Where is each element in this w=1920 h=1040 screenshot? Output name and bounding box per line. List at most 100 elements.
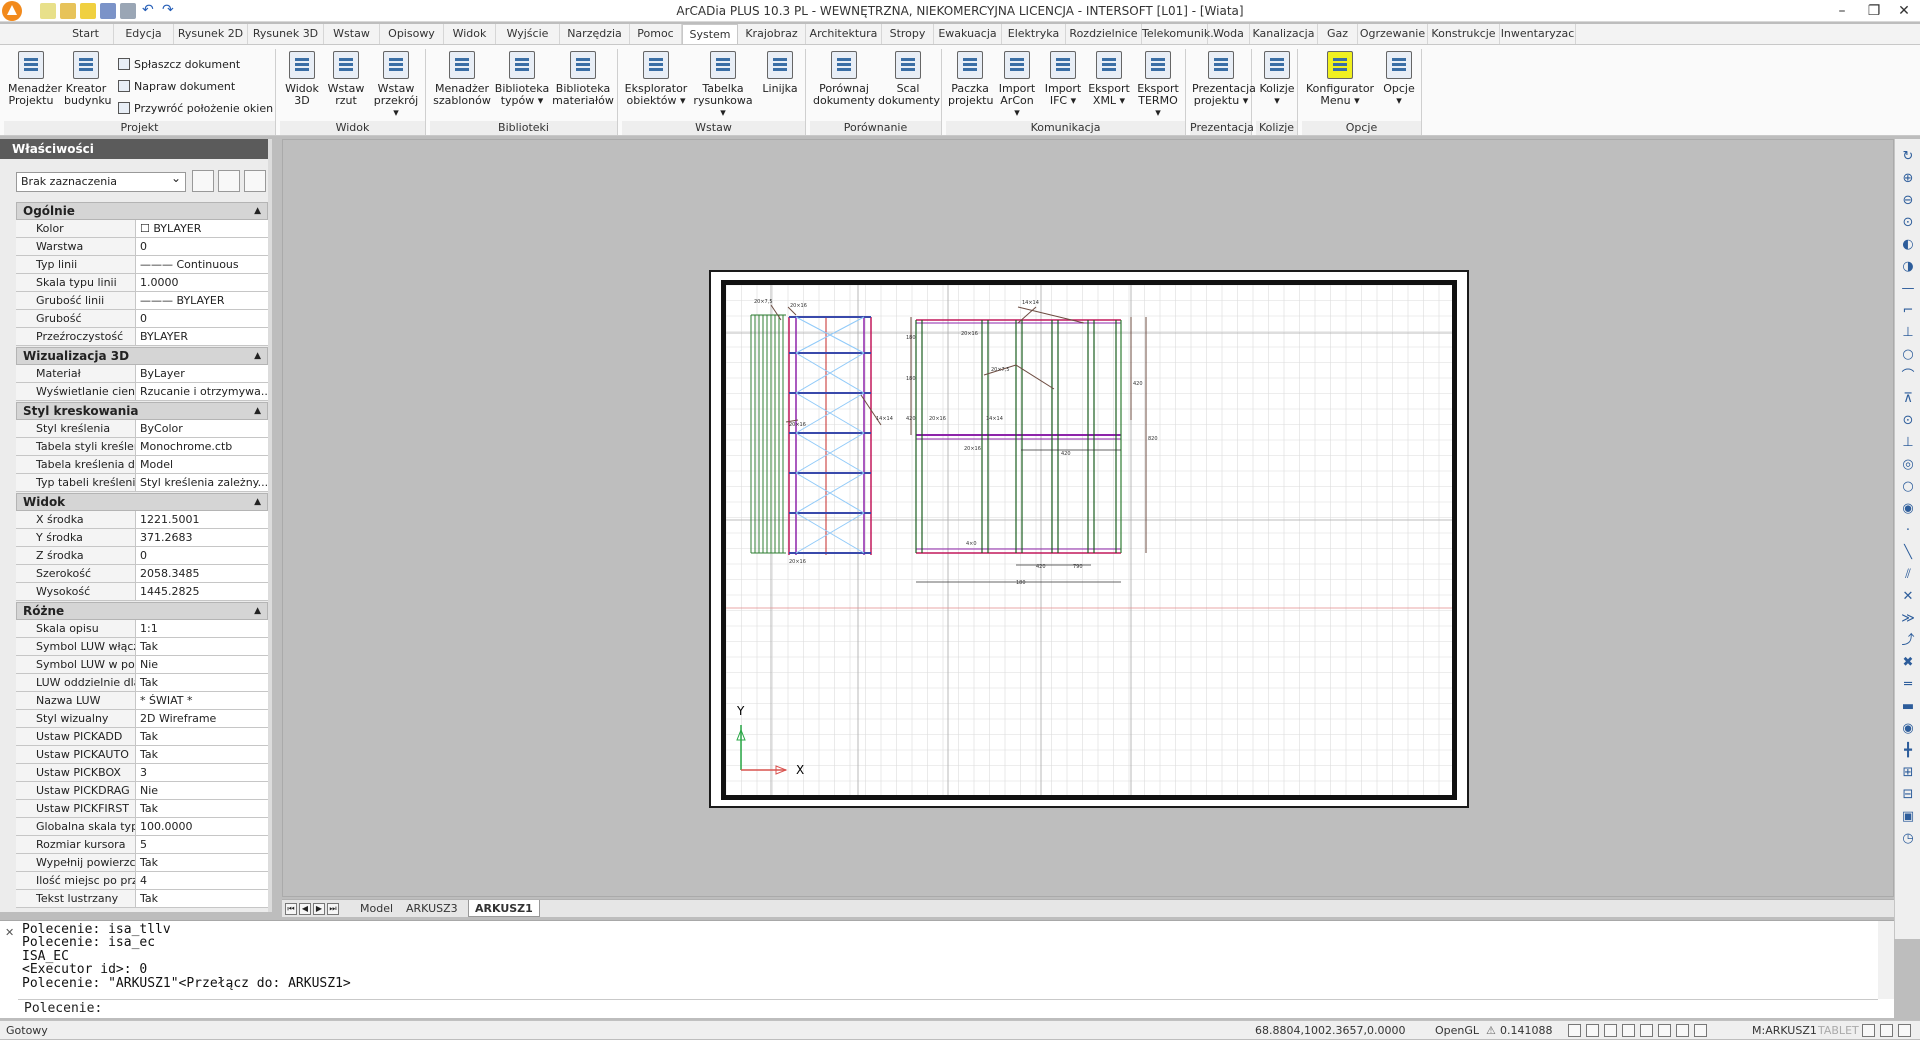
tab-stropy[interactable]: Stropy	[882, 24, 934, 44]
draw-tool-16-icon[interactable]: ○	[1900, 479, 1916, 495]
draw-tool-5-icon[interactable]: ◐	[1900, 237, 1916, 253]
command-scrollbar[interactable]	[1878, 921, 1894, 999]
property-value[interactable]: 1445.2825	[136, 583, 268, 600]
grid-icon[interactable]	[1586, 1024, 1599, 1037]
draw-tool-7-icon[interactable]: —	[1900, 281, 1916, 297]
filter-icon[interactable]	[244, 170, 266, 192]
property-row[interactable]: Ustaw PICKADD Tak	[16, 728, 268, 746]
tab-rysunek-3d[interactable]: Rysunek 3D	[248, 24, 324, 44]
collapse-icon[interactable]: ▲	[254, 348, 261, 364]
draw-tool-23-icon[interactable]: ⤴	[1900, 633, 1916, 649]
tab-gaz[interactable]: Gaz	[1318, 24, 1358, 44]
tablet-toggle[interactable]: TABLET	[1818, 1021, 1859, 1040]
property-value[interactable]: Tak	[136, 890, 268, 907]
konfigurator-menu-button[interactable]: Konfigurator Menu ▾	[1306, 51, 1374, 121]
tabelka-rysunkowa-button[interactable]: Tabelka rysunkowa ▾	[690, 51, 756, 121]
property-row[interactable]: Z środka 0	[16, 547, 268, 565]
tab-edycja[interactable]: Edycja	[114, 24, 174, 44]
property-value[interactable]: Nie	[136, 782, 268, 799]
close-button[interactable]: ✕	[1886, 1, 1920, 21]
viewport[interactable]: 20×7,5 20×16 14×14 20×16 20×7,5 14×14 20×16 14×…	[721, 280, 1457, 800]
draw-tool-6-icon[interactable]: ◑	[1900, 259, 1916, 275]
property-row[interactable]: Styl wizualny 2D Wireframe	[16, 710, 268, 728]
collapse-icon[interactable]: ▲	[254, 603, 261, 619]
ortho-icon[interactable]	[1604, 1024, 1617, 1037]
draw-tool-8-icon[interactable]: ⌐	[1900, 303, 1916, 319]
annotation-scale-icon[interactable]: ⚠	[1486, 1021, 1496, 1040]
property-value[interactable]: 2D Wireframe	[136, 710, 268, 727]
linijka-button[interactable]: Linijka	[760, 51, 800, 121]
kreator-budynku-button[interactable]: Kreator budynku	[64, 51, 111, 121]
property-row[interactable]: Ustaw PICKBOX 3	[16, 764, 268, 782]
eksport-xml-button[interactable]: Eksport XML ▾	[1088, 51, 1130, 121]
property-value[interactable]: Tak	[136, 728, 268, 745]
property-value[interactable]: * ŚWIAT *	[136, 692, 268, 709]
draw-tool-15-icon[interactable]: ◎	[1900, 457, 1916, 473]
tab-inwentaryzac[interactable]: Inwentaryzac	[1500, 24, 1576, 44]
wstaw-przekroj-button[interactable]: Wstaw przekrój ▾	[370, 51, 422, 121]
tab-rysunek-2d[interactable]: Rysunek 2D	[174, 24, 248, 44]
tab-elektryka[interactable]: Elektryka	[1002, 24, 1066, 44]
menadzer-projektu-button[interactable]: Menadżer Projektu	[8, 51, 62, 121]
tab-widok[interactable]: Widok	[444, 24, 496, 44]
draw-tool-2-icon[interactable]: ⊕	[1900, 171, 1916, 187]
property-value[interactable]: 1221.5001	[136, 511, 268, 528]
lwt-icon[interactable]	[1694, 1024, 1707, 1037]
command-input[interactable]: Polecenie:	[18, 999, 1878, 1017]
first-tab-button[interactable]: ⏮	[285, 903, 297, 915]
paczka-projektu-button[interactable]: Paczka projektu	[948, 51, 993, 121]
property-value[interactable]: Monochrome.ctb	[136, 438, 268, 455]
draw-tool-13-icon[interactable]: ⊙	[1900, 413, 1916, 429]
quick-select-icon[interactable]	[192, 170, 214, 192]
draw-tool-1-icon[interactable]: ↻	[1900, 149, 1916, 165]
section-styl-kreskowania[interactable]: Styl kreskowania ▲	[16, 402, 268, 420]
tab-architektura[interactable]: Architektura	[806, 24, 882, 44]
select-objects-icon[interactable]	[218, 170, 240, 192]
tab-konstrukcje[interactable]: Konstrukcje	[1428, 24, 1500, 44]
tab-wstaw[interactable]: Wstaw	[324, 24, 380, 44]
selection-combo[interactable]: Brak zaznaczenia	[16, 169, 186, 192]
property-row[interactable]: Kolor ☐ BYLAYER	[16, 220, 268, 238]
section-wizualizacja-3d[interactable]: Wizualizacja 3D ▲	[16, 347, 268, 365]
draw-tool-32-icon[interactable]: ◷	[1900, 831, 1916, 847]
menadzer-szablonow-button[interactable]: Menadżer szablonów	[432, 51, 492, 121]
workspace-icon[interactable]	[1880, 1024, 1893, 1037]
property-value[interactable]: Nie	[136, 656, 268, 673]
porownaj-dokumenty-button[interactable]: Porównaj dokumenty	[812, 51, 876, 121]
kolizje-button[interactable]: Kolizje ▾	[1258, 51, 1296, 121]
draw-tool-25-icon[interactable]: ═	[1900, 677, 1916, 693]
tab-pomoc[interactable]: Pomoc	[630, 24, 682, 44]
collapse-icon[interactable]: ▲	[254, 203, 261, 219]
close-icon[interactable]: ✕	[5, 926, 14, 939]
eksplorator-obiektow-button[interactable]: Eksplorator obiektów ▾	[624, 51, 688, 121]
tab-ogrzewanie[interactable]: Ogrzewanie	[1358, 24, 1428, 44]
property-value[interactable]: 0	[136, 310, 268, 327]
section-różne[interactable]: Różne ▲	[16, 602, 268, 620]
dyn-icon[interactable]	[1676, 1024, 1689, 1037]
layout-tab-model[interactable]: Model	[354, 900, 399, 917]
minimize-button[interactable]: –	[1824, 1, 1860, 21]
draw-tool-30-icon[interactable]: ⊟	[1900, 787, 1916, 803]
property-value[interactable]: 4	[136, 872, 268, 889]
property-value[interactable]: Tak	[136, 800, 268, 817]
import-ifc-button[interactable]: Import IFC ▾	[1042, 51, 1084, 121]
property-row[interactable]: Y środka 371.2683	[16, 529, 268, 547]
property-value[interactable]: Rzucanie i otrzymywa...	[136, 383, 268, 400]
tab-wyjście[interactable]: Wyjście	[496, 24, 560, 44]
property-row[interactable]: X środka 1221.5001	[16, 511, 268, 529]
property-value[interactable]: 0	[136, 547, 268, 564]
property-row[interactable]: Warstwa 0	[16, 238, 268, 256]
properties-scrollbar[interactable]	[268, 139, 272, 912]
property-value[interactable]: 5	[136, 836, 268, 853]
tab-system[interactable]: System	[682, 24, 738, 45]
scal-dokumenty-button[interactable]: Scal dokumenty	[878, 51, 940, 121]
napraw-dokument-button[interactable]: Napraw dokument	[118, 77, 235, 97]
draw-tool-31-icon[interactable]: ▣	[1900, 809, 1916, 825]
property-row[interactable]: Typ tabeli kreślenia Styl kreślenia zależ…	[16, 474, 268, 492]
import-arcon-button[interactable]: Import ArCon ▾	[996, 51, 1038, 121]
property-row[interactable]: Szerokość 2058.3485	[16, 565, 268, 583]
opcje-button[interactable]: Opcje ▾	[1380, 51, 1418, 121]
property-row[interactable]: Tabela styli kreśleniaMonochrome.ctb	[16, 438, 268, 456]
otrack-icon[interactable]	[1658, 1024, 1671, 1037]
layout-tab-arkusz3[interactable]: ARKUSZ3	[400, 900, 464, 917]
